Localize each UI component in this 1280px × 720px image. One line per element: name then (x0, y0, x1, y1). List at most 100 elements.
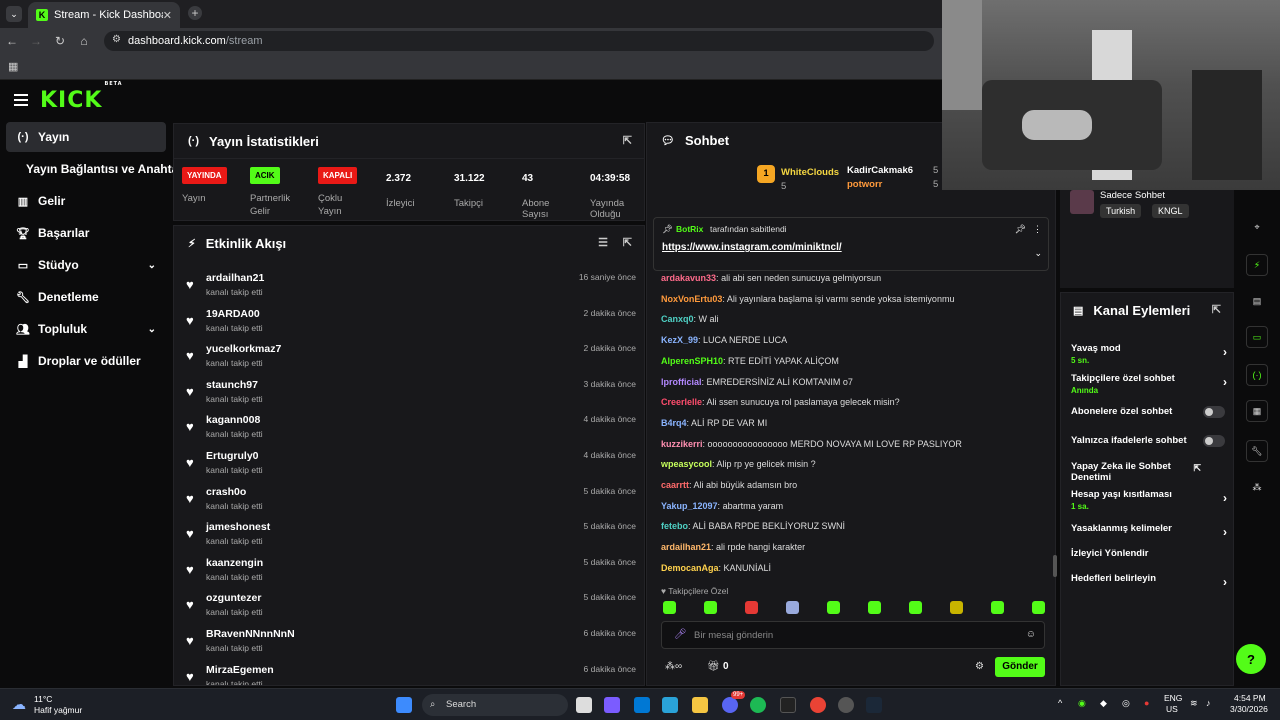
kick-logo[interactable]: KICKBETA (40, 81, 122, 113)
chat-username[interactable]: KezX_99 (661, 335, 698, 345)
spotify-icon[interactable] (750, 697, 766, 713)
close-tab-icon[interactable]: ✕ (163, 9, 172, 22)
chat-username[interactable]: fetebo (661, 521, 688, 531)
site-info-icon[interactable]: ⚙ (112, 34, 121, 45)
broadcast-icon[interactable]: (·) (1246, 364, 1268, 386)
filter-icon[interactable]: ☰ (598, 236, 608, 249)
focus-icon[interactable]: ⌖ (1246, 216, 1268, 238)
clock-date[interactable]: 3/30/2026 (1230, 704, 1268, 714)
chat-input[interactable]: 🎤︎ Bir mesaj gönderin ☺ (661, 621, 1045, 649)
sidebar-item-yayin[interactable]: (·) Yayın (6, 122, 166, 152)
wifi-icon[interactable]: ≋ (1190, 698, 1198, 709)
reload-icon[interactable]: ↻ (48, 34, 72, 48)
event-row[interactable]: ♥ kagann008 kanalı takip etti 4 dakika önce (184, 412, 636, 446)
event-row[interactable]: ♥ Ertugruly0 kanalı takip etti 4 dakika önc… (184, 448, 636, 482)
chat-username[interactable]: ardakavun33 (661, 273, 716, 283)
obs-icon[interactable] (838, 697, 854, 713)
help-button[interactable]: ? (1236, 644, 1266, 674)
event-row[interactable]: ♥ jameshonest kanalı takip etti 5 dakika ön… (184, 519, 636, 553)
sidebar-item-droplar[interactable]: ▟ Droplar ve ödüller (6, 346, 166, 376)
file-explorer-icon[interactable] (692, 697, 708, 713)
chat-username[interactable]: lprofficial (661, 377, 702, 387)
browser-tab[interactable]: K Stream - Kick Dashboard ✕ (28, 2, 180, 28)
emote-icon[interactable] (991, 601, 1004, 614)
discord-icon[interactable] (722, 697, 738, 713)
edge-icon[interactable] (662, 697, 678, 713)
toggle-switch[interactable] (1203, 435, 1225, 447)
event-username[interactable]: kagann008 (206, 414, 260, 426)
emote-icon[interactable] (663, 601, 676, 614)
mic-icon[interactable]: 🎤︎ (674, 629, 687, 640)
chat-username[interactable]: AlperenSPH10 (661, 356, 723, 366)
event-username[interactable]: MirzaEgemen (206, 664, 274, 676)
menu-icon[interactable] (14, 94, 28, 106)
sidebar-item-gelir[interactable]: ▥ Gelir (6, 186, 166, 216)
toggle-switch[interactable] (1203, 406, 1225, 418)
bolt-icon[interactable]: ⚡︎ (1246, 254, 1268, 276)
channel-action-item[interactable]: Hedefleri belirleyin › (1071, 573, 1227, 589)
chrome-icon[interactable] (810, 697, 826, 713)
send-button[interactable]: Gönder (995, 657, 1045, 677)
unpin-icon[interactable]: 📌︎ (1015, 224, 1026, 235)
store-icon[interactable] (634, 697, 650, 713)
sidebar-item-topluluk[interactable]: 👥︎ Topluluk ⌄ (6, 314, 166, 344)
event-row[interactable]: ♥ 19ARDA00 kanalı takip etti 2 dakika önce (184, 306, 636, 340)
copilot-icon[interactable] (604, 697, 620, 713)
chat-username[interactable]: DemocanAga (661, 563, 719, 573)
chevron-down-icon[interactable]: ⌄ (1034, 248, 1042, 259)
chat-username[interactable]: caarrtt (661, 480, 689, 490)
emoji-icon[interactable]: ☺ (1026, 629, 1036, 640)
language-primary[interactable]: ENG (1164, 693, 1182, 703)
channel-action-item[interactable]: Yalnızca ifadelerle sohbet (1071, 435, 1227, 447)
rewards-icon[interactable]: ⁂∞ (665, 661, 682, 672)
tray-chevron-icon[interactable]: ^ (1058, 698, 1062, 708)
back-icon[interactable]: ← (0, 34, 24, 48)
wrench-icon[interactable]: 🔧︎ (1246, 440, 1268, 462)
sidebar-item-denetleme[interactable]: 🔧︎ Denetleme (6, 282, 166, 312)
event-row[interactable]: ♥ MirzaEgemen kanalı takip etti 6 dakika ön… (184, 662, 636, 685)
emote-icon[interactable] (786, 601, 799, 614)
layout-icon[interactable]: ▦ (1246, 400, 1268, 422)
emote-icon[interactable] (745, 601, 758, 614)
event-username[interactable]: staunch97 (206, 379, 258, 391)
emote-icon[interactable] (868, 601, 881, 614)
emote-icon[interactable] (827, 601, 840, 614)
event-row[interactable]: ♥ staunch97 kanalı takip etti 3 dakika önce (184, 377, 636, 411)
channel-action-item[interactable]: Yavaş mod 5 sn. › (1071, 343, 1227, 365)
clock-time[interactable]: 4:54 PM (1234, 693, 1266, 703)
settings-gear-icon[interactable]: ⚙ (975, 661, 984, 672)
more-icon[interactable]: ⋮ (1033, 224, 1042, 235)
popout-icon[interactable]: ⇱ (1212, 303, 1221, 316)
channel-action-item[interactable]: Takipçilere özel sohbet Anında › (1071, 373, 1227, 395)
emote-icon[interactable] (950, 601, 963, 614)
apps-grid-icon[interactable]: ▦ (8, 60, 18, 73)
steam-icon[interactable] (866, 697, 882, 713)
emote-icon[interactable] (909, 601, 922, 614)
new-tab-button[interactable]: + (188, 6, 202, 20)
event-username[interactable]: kaanzengin (206, 557, 263, 569)
chat-username[interactable]: Yakup_12097 (661, 501, 718, 511)
chat-scrollbar[interactable] (1053, 555, 1057, 577)
popout-icon[interactable]: ⇱ (623, 236, 632, 249)
tray-steam-icon[interactable]: ◆ (1100, 698, 1107, 709)
sidebar-item-studyo[interactable]: ▭ Stüdyo ⌄ (6, 250, 166, 280)
event-username[interactable]: BRavenNNnnNnN (206, 628, 295, 640)
chat-username[interactable]: NoxVonErtu03 (661, 294, 722, 304)
connections-icon[interactable]: ⁂ (1246, 476, 1268, 498)
tray-app-icon[interactable]: ◎ (1122, 698, 1130, 709)
popout-icon[interactable]: ⇱ (623, 134, 632, 147)
tag-pill[interactable]: Turkish (1100, 204, 1142, 218)
channel-action-item[interactable]: Yasaklanmış kelimeler › (1071, 523, 1227, 539)
windows-start-icon[interactable] (396, 697, 412, 713)
channel-action-item[interactable]: Abonelere özel sohbet (1071, 406, 1227, 418)
language-secondary[interactable]: US (1166, 704, 1178, 714)
event-username[interactable]: Ertugruly0 (206, 450, 259, 462)
forward-icon[interactable]: → (24, 34, 48, 48)
event-row[interactable]: ♥ ozguntezer kanalı takip etti 5 dakika önc… (184, 590, 636, 624)
mic-icon[interactable]: ● (1144, 698, 1149, 708)
chat-username[interactable]: Creerlelle (661, 397, 702, 407)
event-username[interactable]: yucelkorkmaz7 (206, 343, 281, 355)
event-row[interactable]: ♥ ardailhan21 kanalı takip etti 16 saniye ö… (184, 270, 636, 304)
tray-app-icon[interactable]: ◉ (1078, 698, 1086, 709)
event-username[interactable]: crash0o (206, 486, 246, 498)
